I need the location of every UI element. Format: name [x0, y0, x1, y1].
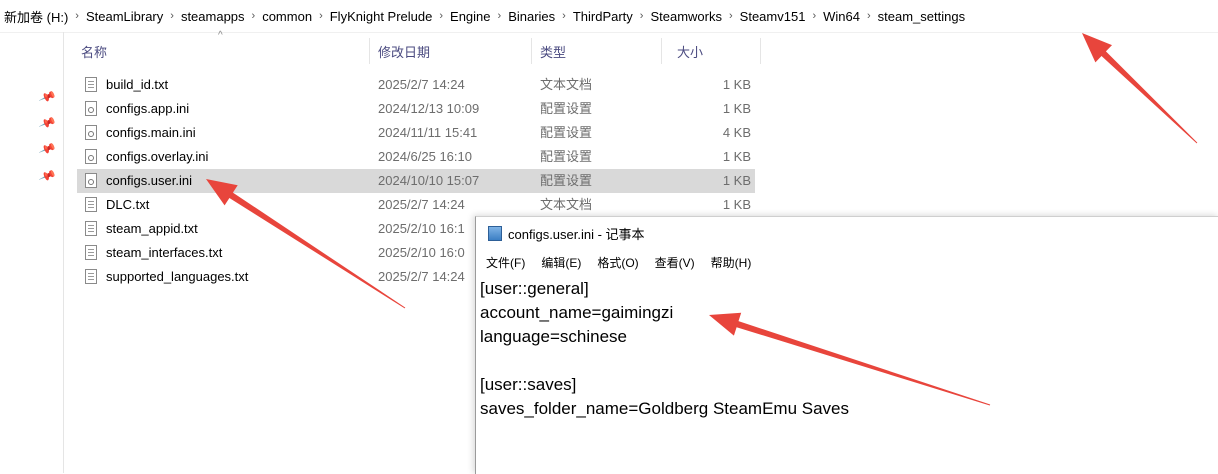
column-header-size[interactable]: 大小 — [673, 38, 761, 64]
notepad-text-line — [480, 349, 1215, 373]
breadcrumb-separator-icon[interactable]: › — [249, 10, 259, 22]
notepad-text-line: language=schinese — [480, 327, 627, 346]
breadcrumb-item[interactable]: Steamv151 — [736, 9, 810, 24]
breadcrumb-item[interactable]: steamapps — [177, 9, 249, 24]
file-type: 文本文档 — [540, 197, 593, 212]
breadcrumb-separator-icon[interactable]: › — [316, 10, 326, 22]
breadcrumb-separator-icon[interactable]: › — [495, 10, 505, 22]
notepad-text-line: [user::general] — [480, 279, 589, 298]
file-date: 2024/12/13 10:09 — [378, 101, 480, 116]
notepad-icon — [488, 225, 502, 241]
breadcrumb-item[interactable]: Steamworks — [646, 9, 726, 24]
breadcrumb-separator-icon[interactable]: › — [559, 10, 569, 22]
breadcrumb-separator-icon[interactable]: › — [809, 10, 819, 22]
breadcrumb-separator-icon[interactable]: › — [864, 10, 874, 22]
file-row[interactable]: configs.user.ini 2024/10/10 15:07 配置设置 1 KB — [77, 169, 755, 193]
file-size: 1 KB — [722, 101, 751, 116]
file-size: 1 KB — [722, 149, 751, 164]
notepad-text-line: saves_folder_name=Goldberg SteamEmu Save… — [480, 399, 850, 418]
config-file-icon — [85, 101, 97, 116]
file-type: 配置设置 — [540, 173, 593, 188]
breadcrumb-separator-icon[interactable]: › — [72, 10, 82, 22]
breadcrumb-separator-icon[interactable]: › — [167, 10, 177, 22]
column-header-date[interactable]: 修改日期 — [374, 38, 532, 64]
file-size: 1 KB — [722, 173, 751, 188]
navigation-pane: 📌 📌 📌 📌 — [0, 32, 64, 473]
notepad-menu-item[interactable]: 文件(F) — [486, 254, 525, 271]
breadcrumb-item[interactable]: 新加卷 (H:) — [0, 7, 72, 26]
config-file-icon — [85, 173, 97, 188]
notepad-text-line: [user::saves] — [480, 375, 577, 394]
breadcrumb-item[interactable]: SteamLibrary — [82, 9, 167, 24]
pin-icon[interactable]: 📌 — [38, 88, 57, 106]
pin-icon[interactable]: 📌 — [38, 140, 57, 158]
file-size: 1 KB — [722, 77, 751, 92]
file-row[interactable]: DLC.txt 2025/2/7 14:24 文本文档 1 KB — [77, 193, 755, 217]
file-type: 配置设置 — [540, 125, 593, 140]
breadcrumb-separator-icon[interactable]: › — [726, 10, 736, 22]
file-row[interactable]: configs.main.ini 2024/11/11 15:41 配置设置 4 KB — [77, 121, 755, 145]
breadcrumb-item[interactable]: Win64 — [819, 9, 864, 24]
file-name: steam_interfaces.txt — [106, 245, 223, 260]
annotation-arrow — [1082, 33, 1198, 144]
notepad-title-bar[interactable]: configs.user.ini - 记事本 — [476, 217, 1218, 249]
file-name: DLC.txt — [106, 197, 150, 212]
breadcrumb-item[interactable]: steam_settings — [874, 9, 969, 24]
column-header-name[interactable]: 名称 — [77, 38, 370, 64]
file-date: 2024/6/25 16:10 — [378, 149, 472, 164]
breadcrumb-separator-icon[interactable]: › — [637, 10, 647, 22]
notepad-menu-item[interactable]: 编辑(E) — [541, 254, 581, 271]
notepad-window: configs.user.ini - 记事本 文件(F) 编辑(E) 格式(O) 查看… — [475, 216, 1218, 474]
file-size: 1 KB — [722, 197, 751, 212]
config-file-icon — [85, 125, 97, 140]
text-file-icon — [85, 197, 97, 212]
file-type: 配置设置 — [540, 101, 593, 116]
file-name: supported_languages.txt — [106, 269, 249, 284]
file-row[interactable]: configs.app.ini 2024/12/13 10:09 配置设置 1 KB — [77, 97, 755, 121]
breadcrumb-item[interactable]: Engine — [446, 9, 494, 24]
breadcrumb-item[interactable]: FlyKnight Prelude — [326, 9, 437, 24]
file-name: build_id.txt — [106, 77, 169, 92]
notepad-menu-item[interactable]: 查看(V) — [655, 254, 695, 271]
notepad-text-area[interactable]: [user::general]account_name=gaimingzilan… — [480, 277, 1215, 472]
file-name: configs.main.ini — [106, 125, 196, 140]
notepad-text-line: account_name=gaimingzi — [480, 303, 674, 322]
notepad-menu-item[interactable]: 帮助(H) — [711, 254, 752, 271]
file-date: 2025/2/7 14:24 — [378, 77, 465, 92]
file-size: 4 KB — [722, 125, 751, 140]
file-name: configs.app.ini — [106, 101, 190, 116]
notepad-menu-bar: 文件(F) 编辑(E) 格式(O) 查看(V) 帮助(H) — [476, 251, 1218, 273]
text-file-icon — [85, 245, 97, 260]
breadcrumb-item[interactable]: Binaries — [504, 9, 559, 24]
config-file-icon — [85, 149, 97, 164]
file-date: 2025/2/7 14:24 — [378, 197, 465, 212]
breadcrumb-item[interactable]: ThirdParty — [569, 9, 637, 24]
pin-icon[interactable]: 📌 — [38, 167, 57, 185]
file-name: configs.user.ini — [106, 173, 192, 188]
text-file-icon — [85, 269, 97, 284]
column-header-type[interactable]: 类型 — [536, 38, 662, 64]
breadcrumb-item[interactable]: common — [258, 9, 316, 24]
file-date: 2024/11/11 15:41 — [378, 125, 478, 140]
notepad-menu-item[interactable]: 格式(O) — [597, 254, 638, 271]
breadcrumb: 新加卷 (H:) › SteamLibrary › steamapps › common › F… — [0, 0, 1218, 33]
file-name: steam_appid.txt — [106, 221, 198, 236]
file-row[interactable]: build_id.txt 2025/2/7 14:24 文本文档 1 KB — [77, 73, 755, 97]
file-row[interactable]: configs.overlay.ini 2024/6/25 16:10 配置设置 1 … — [77, 145, 755, 169]
file-type: 文本文档 — [540, 77, 593, 92]
file-date: 2024/10/10 15:07 — [378, 173, 480, 188]
notepad-title: configs.user.ini - 记事本 — [508, 226, 645, 242]
text-file-icon — [85, 77, 97, 92]
breadcrumb-separator-icon[interactable]: › — [436, 10, 446, 22]
pin-icon[interactable]: 📌 — [38, 114, 57, 132]
file-type: 配置设置 — [540, 149, 593, 164]
text-file-icon — [85, 221, 97, 236]
file-name: configs.overlay.ini — [106, 149, 209, 164]
